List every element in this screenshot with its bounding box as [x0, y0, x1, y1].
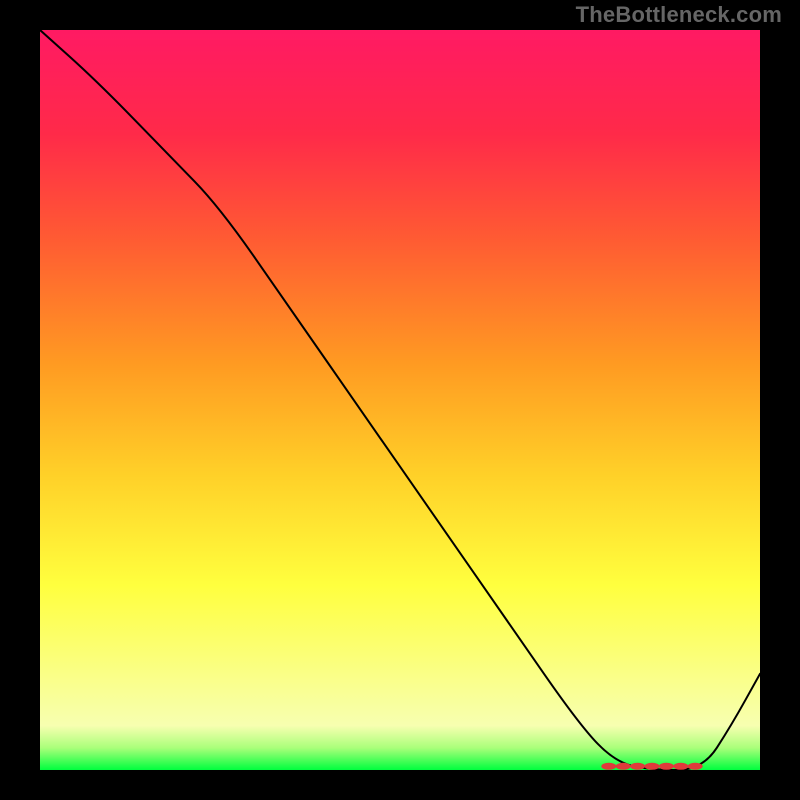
- marker-dot: [616, 763, 630, 769]
- marker-dot: [602, 763, 616, 769]
- marker-dot: [631, 763, 645, 769]
- marker-dot: [659, 763, 673, 769]
- curve-svg: [40, 30, 760, 770]
- curve-line: [40, 30, 760, 770]
- marker-dot: [688, 763, 702, 769]
- plot-area: [40, 30, 760, 770]
- chart-frame: TheBottleneck.com: [0, 0, 800, 800]
- marker-dot: [674, 763, 688, 769]
- marker-dot: [645, 763, 659, 769]
- watermark-text: TheBottleneck.com: [576, 2, 782, 28]
